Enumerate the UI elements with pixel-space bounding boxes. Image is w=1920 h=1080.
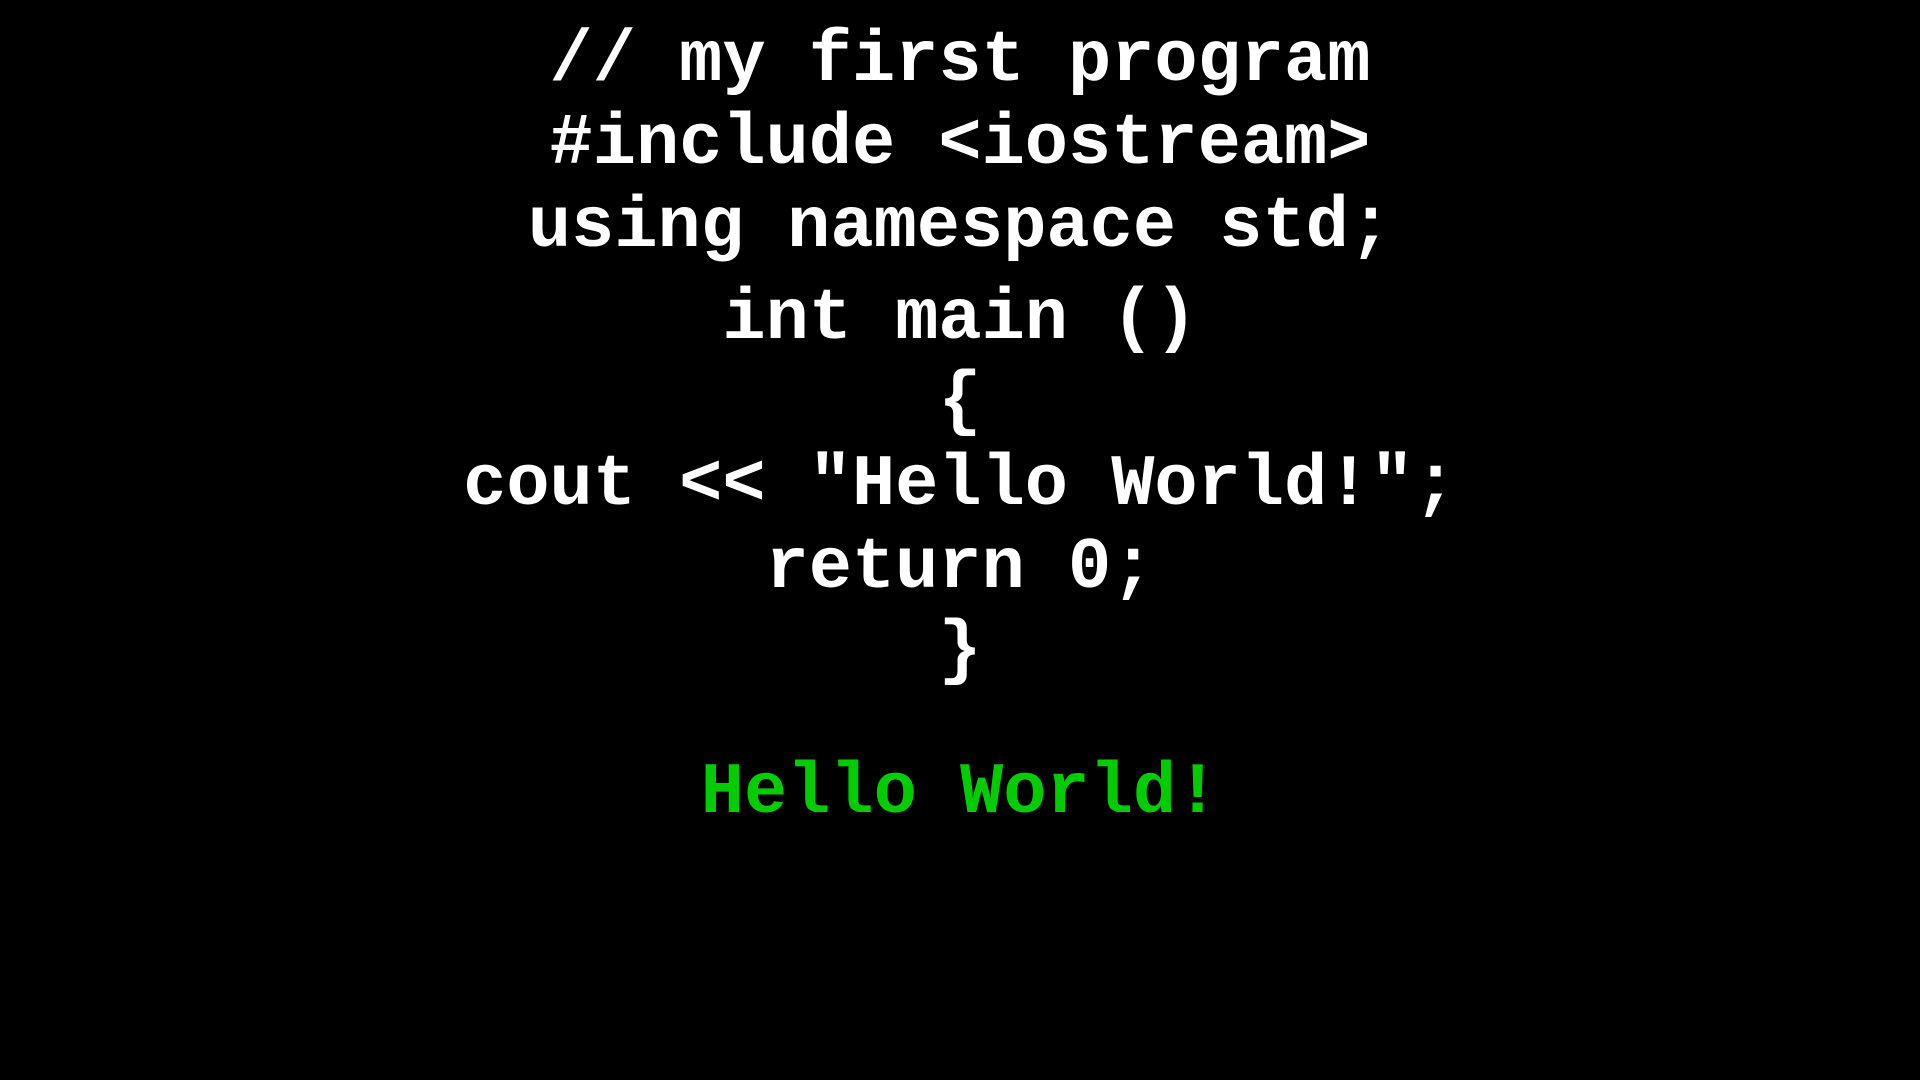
code-line-close-brace: } xyxy=(938,610,981,693)
program-output: Hello World! xyxy=(701,752,1219,835)
code-line-return: return 0; xyxy=(766,527,1155,610)
code-display: // my first program #include <iostream> … xyxy=(0,0,1920,835)
code-line-using: using namespace std; xyxy=(528,186,1392,269)
code-line-open-brace: { xyxy=(938,361,981,444)
code-line-comment: // my first program xyxy=(550,20,1371,103)
code-line-include: #include <iostream> xyxy=(550,103,1371,186)
code-line-main: int main () xyxy=(722,278,1197,361)
code-line-cout: cout << "Hello World!"; xyxy=(463,444,1457,527)
